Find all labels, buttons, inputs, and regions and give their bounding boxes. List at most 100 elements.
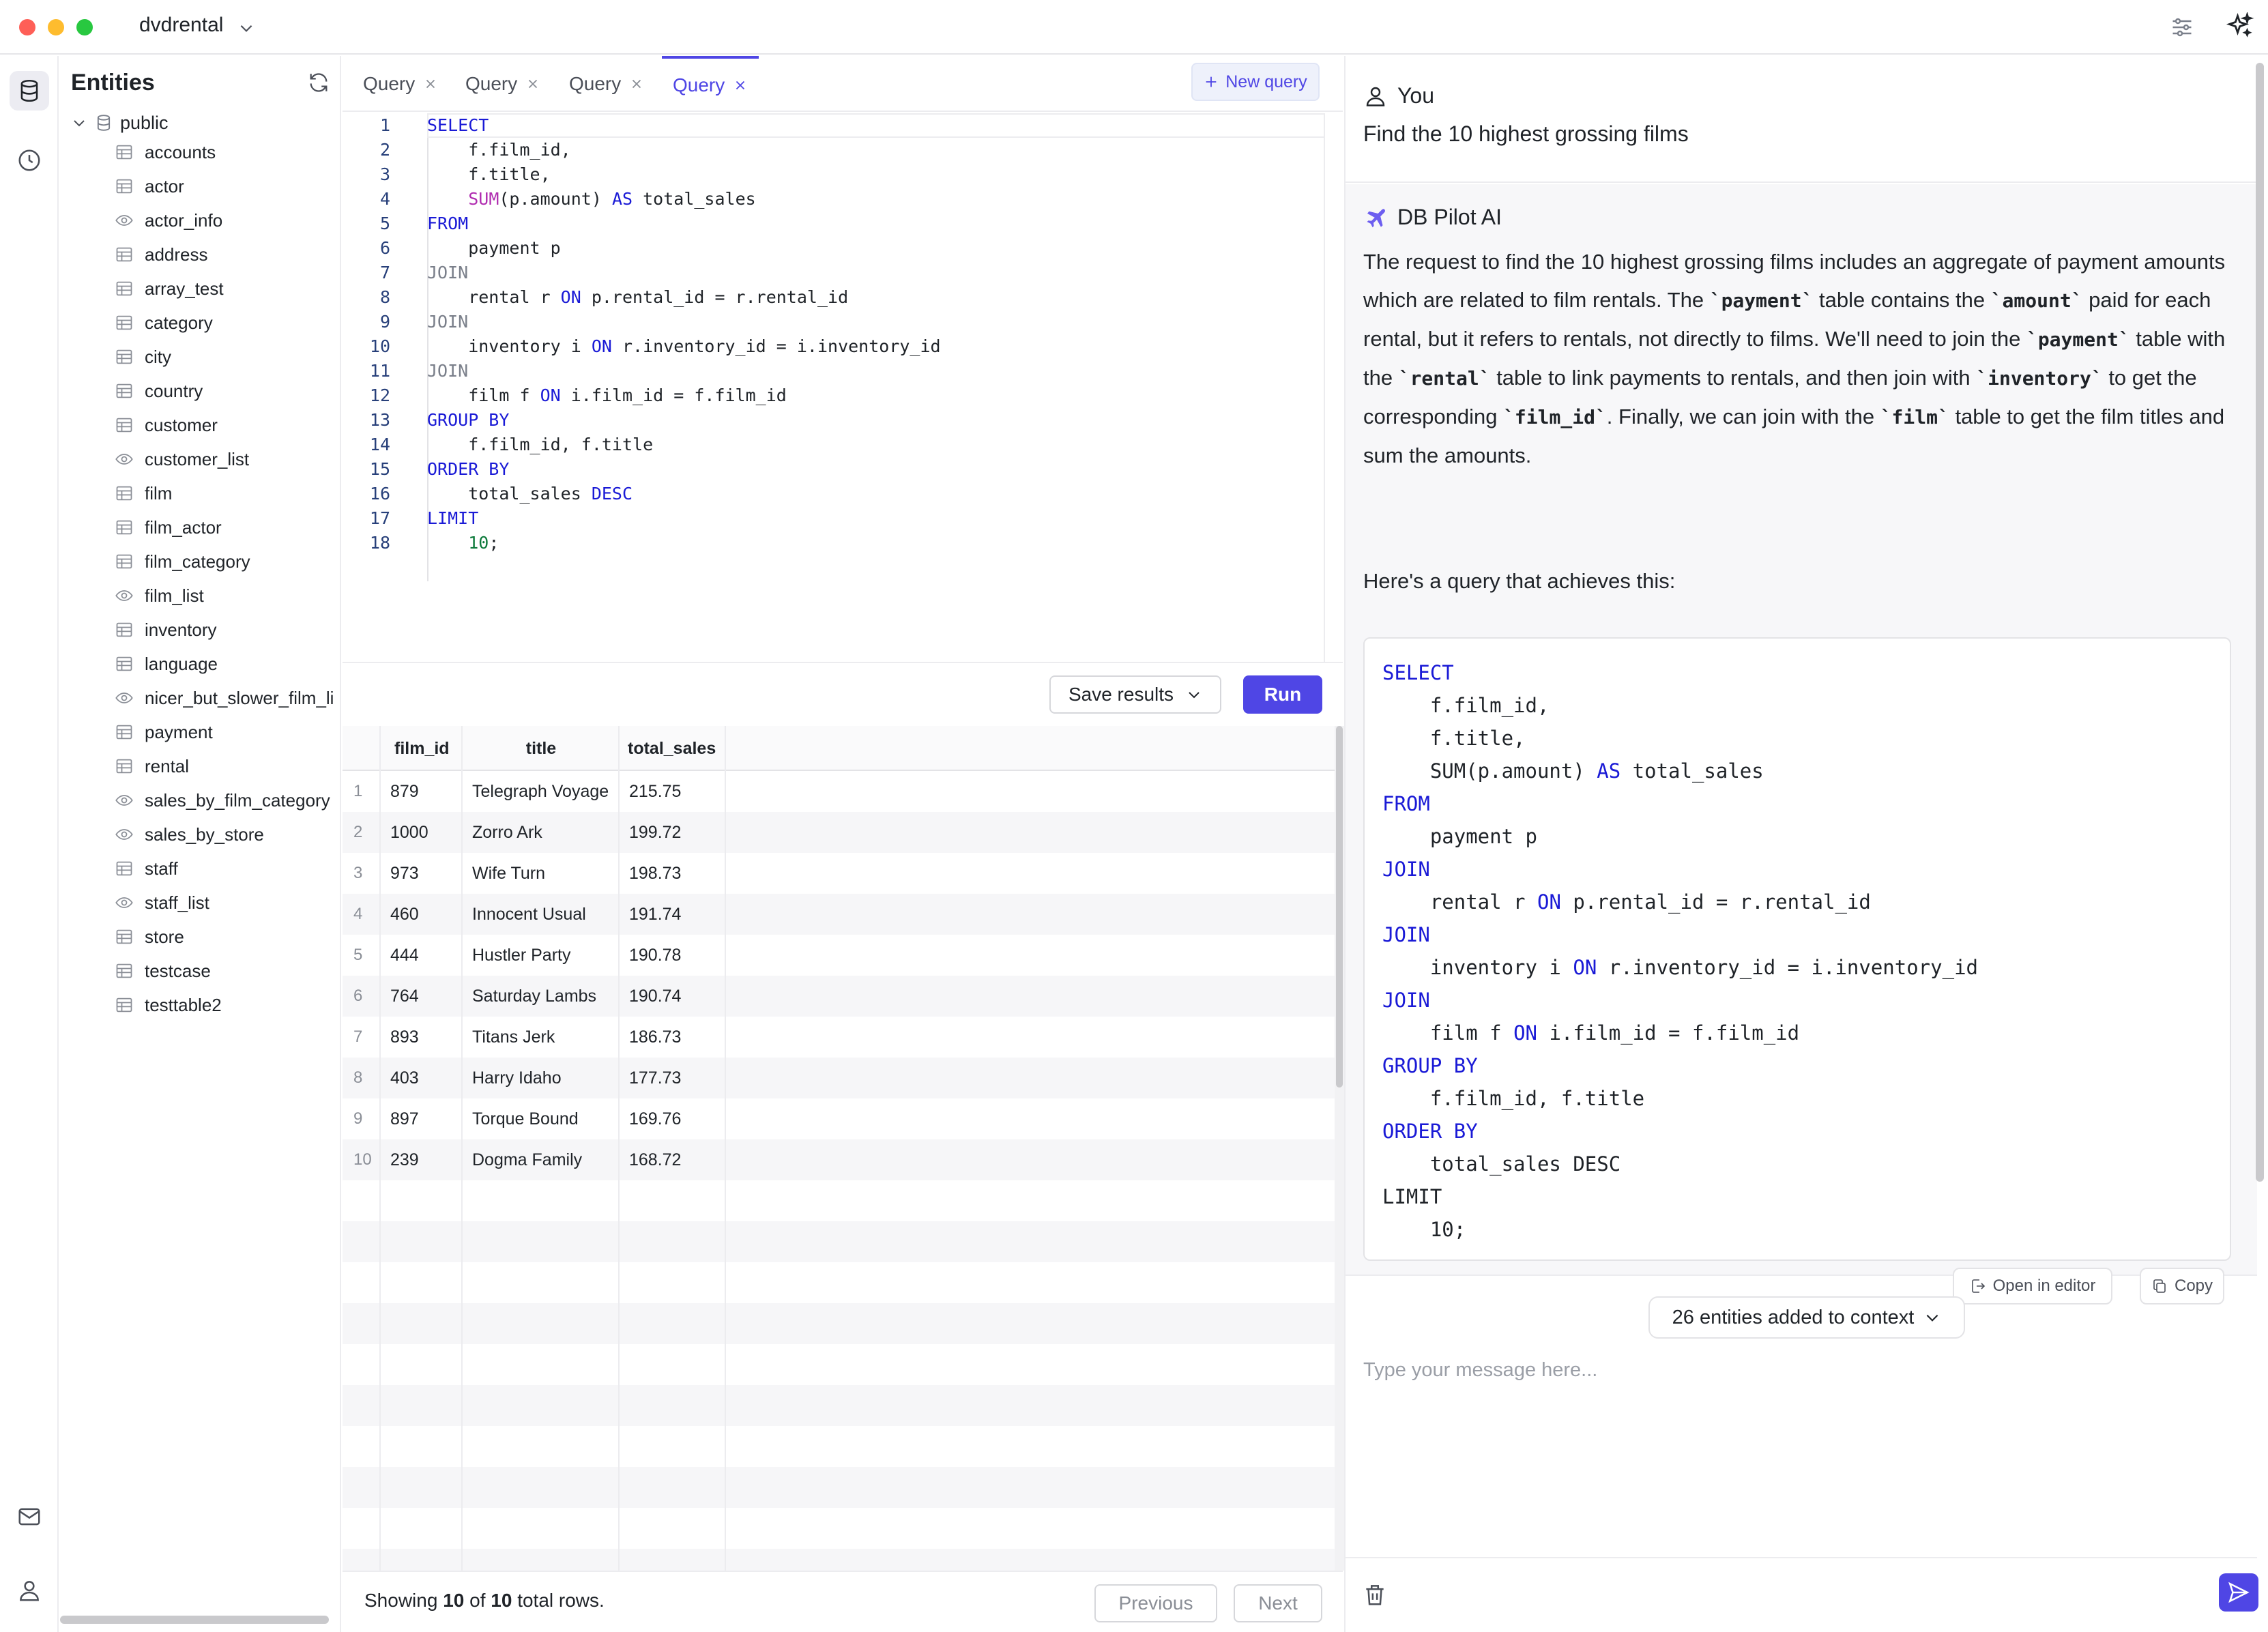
next-page-button[interactable]: Next — [1234, 1584, 1322, 1622]
code-line: JOIN — [427, 261, 941, 285]
entity-item[interactable]: film — [115, 476, 340, 510]
code-token: JOIN — [427, 312, 469, 332]
entity-item[interactable]: sales_by_store — [115, 817, 340, 851]
copy-icon — [2153, 1279, 2166, 1293]
entity-item[interactable]: array_test — [115, 272, 340, 306]
query-tab[interactable]: Query — [569, 56, 644, 112]
sidebar-horizontal-scrollbar[interactable] — [60, 1616, 329, 1624]
previous-page-button[interactable]: Previous — [1094, 1584, 1217, 1622]
entity-name: film_actor — [145, 516, 222, 538]
column-header[interactable]: total_sales — [620, 726, 726, 771]
code-line: total_sales DESC — [427, 482, 941, 506]
entity-item[interactable]: payment — [115, 715, 340, 749]
query-tab[interactable]: Query — [363, 56, 438, 112]
user-message-text: Find the 10 highest grossing films — [1363, 121, 1689, 146]
table-icon — [116, 622, 132, 637]
results-footer: Showing 10 of 10 total rows. Previous Ne… — [343, 1571, 1343, 1632]
run-toolbar: Save results Run — [343, 662, 1343, 726]
open-in-editor-button[interactable]: Open in editor — [1953, 1268, 2112, 1305]
close-window-button[interactable] — [19, 19, 35, 35]
query-tab[interactable]: Query — [662, 56, 759, 112]
entity-item[interactable]: language — [115, 647, 340, 681]
entity-item[interactable]: testtable2 — [115, 988, 340, 1022]
context-entities-dropdown[interactable]: 26 entities added to context — [1648, 1296, 1965, 1339]
code-line: SELECT — [427, 113, 941, 138]
code-token: (p.amount) — [499, 189, 612, 209]
chevron-down-icon[interactable] — [237, 19, 255, 37]
entity-item[interactable]: actor — [115, 169, 340, 203]
column-header[interactable]: title — [463, 726, 620, 771]
close-tab-icon[interactable] — [525, 76, 540, 91]
code-token: f.film_id, f.title — [427, 435, 654, 454]
query-tab-label: Query — [465, 73, 518, 94]
entity-name: staff — [145, 858, 178, 879]
trash-icon[interactable] — [1362, 1582, 1388, 1607]
row-index-column — [343, 726, 381, 1571]
entities-nav-button[interactable] — [10, 71, 49, 111]
entity-item[interactable]: country — [115, 374, 340, 408]
entity-item[interactable]: rental — [115, 749, 340, 783]
schema-tree-node[interactable]: public — [71, 108, 169, 138]
maximize-window-button[interactable] — [76, 19, 93, 35]
code-token: ON — [560, 287, 581, 307]
activity-rail — [0, 56, 59, 1632]
refresh-icon[interactable] — [307, 71, 330, 94]
scrollbar-thumb[interactable] — [2256, 63, 2264, 1182]
database-selector-label[interactable]: dvdrental — [139, 14, 223, 37]
inline-code: `amount` — [1990, 289, 2083, 312]
entity-item[interactable]: staff — [115, 851, 340, 886]
entity-item[interactable]: store — [115, 920, 340, 954]
entity-item[interactable]: customer_list — [115, 442, 340, 476]
entity-item[interactable]: film_category — [115, 544, 340, 579]
minimize-window-button[interactable] — [48, 19, 64, 35]
scrollbar-thumb[interactable] — [1336, 726, 1343, 1088]
chat-vertical-scrollbar[interactable] — [2256, 56, 2265, 1182]
results-grid[interactable]: 1 879 Telegraph Voyage 215.75 2 1000 Zorro Ark… — [343, 726, 1335, 1571]
entity-item[interactable]: inventory — [115, 613, 340, 647]
run-button[interactable]: Run — [1243, 675, 1322, 714]
entity-item[interactable]: film_actor — [115, 510, 340, 544]
feedback-nav-button[interactable] — [10, 1497, 49, 1536]
entity-name: language — [145, 653, 218, 674]
entity-item[interactable]: nicer_but_slower_film_li — [115, 681, 340, 715]
entity-item[interactable]: category — [115, 306, 340, 340]
entity-name: film_list — [145, 585, 204, 606]
code-token: FROM — [427, 214, 469, 233]
save-results-button[interactable]: Save results — [1049, 675, 1221, 714]
entity-item[interactable]: city — [115, 340, 340, 374]
airplane-icon — [1367, 208, 1385, 227]
plus-icon — [1206, 76, 1217, 87]
chat-message-input[interactable] — [1363, 1359, 2237, 1509]
entity-item[interactable]: accounts — [115, 135, 340, 169]
account-nav-button[interactable] — [10, 1571, 49, 1610]
code-token: GROUP BY — [427, 410, 510, 430]
ai-sparkle-icon[interactable] — [2226, 12, 2254, 41]
copy-code-button[interactable]: Copy — [2140, 1268, 2224, 1305]
entity-item[interactable]: customer — [115, 408, 340, 442]
column-header[interactable]: film_id — [381, 726, 463, 771]
query-tab[interactable]: Query — [465, 56, 540, 112]
code-line: film f ON i.film_id = f.film_id — [427, 383, 941, 408]
close-tab-icon[interactable] — [733, 78, 748, 93]
code-token: GROUP BY — [1382, 1054, 1478, 1077]
entity-name: sales_by_store — [145, 824, 264, 845]
line-number: 14 — [369, 435, 390, 454]
ai-code-line: GROUP BY — [1382, 1049, 1978, 1082]
close-tab-icon[interactable] — [629, 76, 644, 91]
entity-item[interactable]: testcase — [115, 954, 340, 988]
settings-sliders-icon[interactable] — [2170, 15, 2194, 40]
code-token: p.rental_id = r.rental_id — [581, 287, 849, 307]
send-message-button[interactable] — [2219, 1573, 2258, 1612]
entity-item[interactable]: film_list — [115, 579, 340, 613]
line-number: 16 — [369, 484, 390, 504]
sql-editor[interactable]: 1 2 3 4 5 6 7 8 9 10 11 12 13 14 15 16 17 18 SELECT f.fil… — [343, 113, 1325, 662]
close-tab-icon[interactable] — [423, 76, 438, 91]
entity-item[interactable]: staff_list — [115, 886, 340, 920]
results-vertical-scrollbar[interactable] — [1335, 726, 1344, 1571]
entity-item[interactable]: address — [115, 237, 340, 272]
new-query-button[interactable]: New query — [1191, 63, 1320, 101]
code-token: SELECT — [1382, 661, 1454, 684]
history-nav-button[interactable] — [10, 141, 49, 180]
entity-item[interactable]: actor_info — [115, 203, 340, 237]
entity-item[interactable]: sales_by_film_category — [115, 783, 340, 817]
